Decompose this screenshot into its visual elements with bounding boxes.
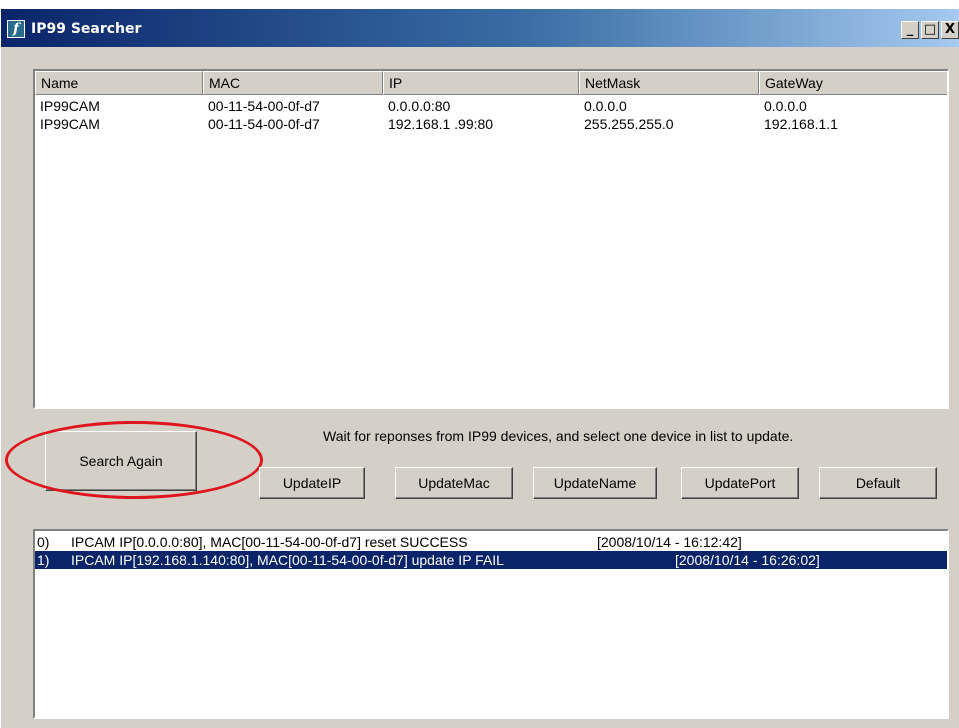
app-window: f IP99 Searcher _ □ X Name MAC IP NetMas… (0, 8, 959, 728)
update-port-button[interactable]: UpdatePort (681, 467, 799, 499)
window-title: IP99 Searcher (31, 21, 142, 37)
column-header-mac[interactable]: MAC (203, 71, 383, 95)
update-name-button[interactable]: UpdateName (533, 467, 657, 499)
log-index: 1) (37, 552, 50, 568)
device-list-header: Name MAC IP NetMask GateWay (35, 71, 947, 95)
cell-mac: 00-11-54-00-0f-d7 (208, 116, 320, 132)
minimize-button[interactable]: _ (901, 21, 919, 39)
update-mac-button[interactable]: UpdateMac (395, 467, 513, 499)
column-header-gateway[interactable]: GateWay (759, 71, 947, 95)
log-message: IPCAM IP[0.0.0.0:80], MAC[00-11-54-00-0f… (71, 534, 468, 550)
log-entry-selected[interactable]: 1) IPCAM IP[192.168.1.140:80], MAC[00-11… (35, 551, 947, 569)
cell-name: IP99CAM (40, 116, 100, 132)
cell-netmask: 255.255.255.0 (584, 116, 674, 132)
cell-gateway: 192.168.1.1 (764, 116, 838, 132)
title-bar[interactable]: f IP99 Searcher _ □ X (1, 9, 959, 47)
instruction-text: Wait for reponses from IP99 devices, and… (323, 428, 794, 444)
cell-ip: 192.168.1 .99:80 (388, 116, 494, 132)
log-time: [2008/10/14 - 16:26:02] (675, 552, 820, 568)
default-button[interactable]: Default (819, 467, 937, 499)
log-message: IPCAM IP[192.168.1.140:80], MAC[00-11-54… (71, 552, 504, 568)
close-button[interactable]: X (941, 21, 959, 39)
column-header-ip[interactable]: IP (383, 71, 579, 95)
log-time: [2008/10/14 - 16:12:42] (597, 534, 742, 550)
table-row[interactable]: IP99CAM 00-11-54-00-0f-d7 0.0.0.0:80 0.0… (35, 97, 947, 115)
cell-mac: 00-11-54-00-0f-d7 (208, 98, 320, 114)
update-ip-button[interactable]: UpdateIP (259, 467, 365, 499)
cell-gateway: 0.0.0.0 (764, 98, 807, 114)
column-header-name[interactable]: Name (35, 71, 203, 95)
table-row[interactable]: IP99CAM 00-11-54-00-0f-d7 192.168.1 .99:… (35, 115, 947, 133)
device-list[interactable]: Name MAC IP NetMask GateWay IP99CAM 00-1… (33, 69, 949, 409)
app-icon[interactable]: f (7, 20, 25, 38)
maximize-button[interactable]: □ (921, 21, 939, 39)
log-list[interactable]: 0) IPCAM IP[0.0.0.0:80], MAC[00-11-54-00… (33, 529, 949, 719)
log-index: 0) (37, 534, 50, 550)
column-header-netmask[interactable]: NetMask (579, 71, 759, 95)
cell-name: IP99CAM (40, 98, 100, 114)
cell-ip: 0.0.0.0:80 (388, 98, 451, 114)
cell-netmask: 0.0.0.0 (584, 98, 627, 114)
log-entry[interactable]: 0) IPCAM IP[0.0.0.0:80], MAC[00-11-54-00… (35, 533, 947, 551)
search-again-button[interactable]: Search Again (45, 431, 197, 491)
